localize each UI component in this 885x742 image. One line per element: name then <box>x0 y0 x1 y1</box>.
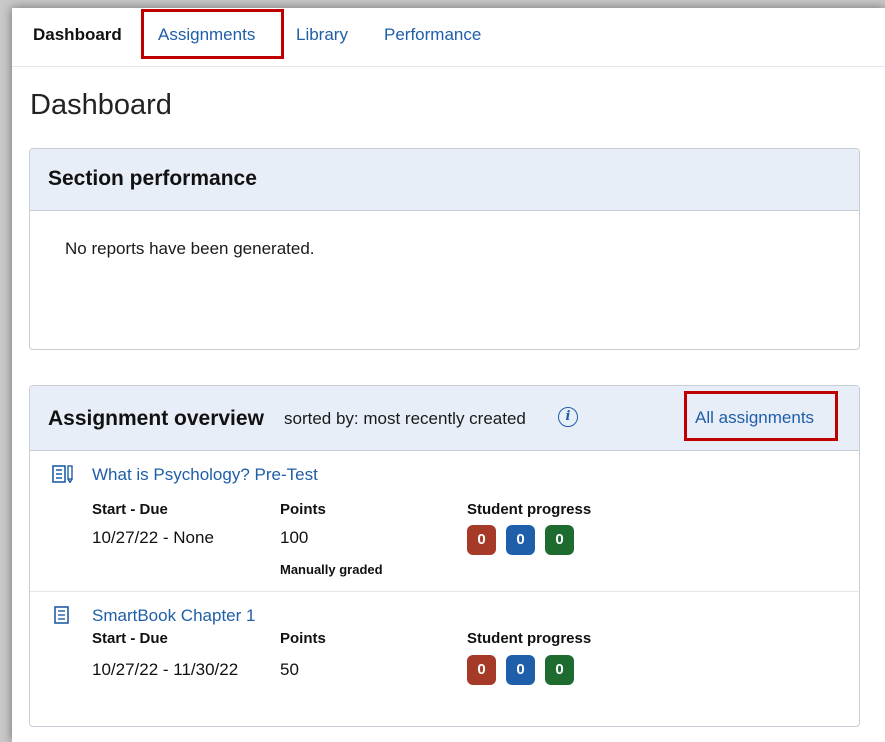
section-performance-header: Section performance <box>30 149 859 211</box>
assignment-row: What is Psychology? Pre-Test Start - Due… <box>30 451 859 592</box>
progress-badge-green[interactable]: 0 <box>545 655 574 685</box>
progress-badge-blue[interactable]: 0 <box>506 525 535 555</box>
empty-reports-message: No reports have been generated. <box>65 239 315 258</box>
tab-assignments[interactable]: Assignments <box>158 25 255 45</box>
start-due-label: Start - Due <box>92 501 168 518</box>
progress-badge-red[interactable]: 0 <box>467 525 496 555</box>
assignment-link[interactable]: What is Psychology? Pre-Test <box>92 465 318 485</box>
points-label: Points <box>280 630 326 647</box>
student-progress-label: Student progress <box>467 501 592 518</box>
grading-note: Manually graded <box>280 562 383 577</box>
progress-badge-green[interactable]: 0 <box>545 525 574 555</box>
document-icon <box>54 606 69 624</box>
tab-performance[interactable]: Performance <box>384 25 481 45</box>
section-performance-title: Section performance <box>48 167 257 190</box>
student-progress-label: Student progress <box>467 630 592 647</box>
student-progress-badges: 0 0 0 <box>467 655 574 685</box>
all-assignments-link[interactable]: All assignments <box>695 408 814 428</box>
tab-dashboard[interactable]: Dashboard <box>33 25 122 45</box>
assignment-row: SmartBook Chapter 1 Start - Due Points S… <box>30 592 859 712</box>
test-icon <box>52 465 73 483</box>
student-progress-badges: 0 0 0 <box>467 525 574 555</box>
points-value: 100 <box>280 528 309 547</box>
start-due-value: 10/27/22 - 11/30/22 <box>92 660 239 679</box>
tab-library[interactable]: Library <box>296 25 348 45</box>
info-icon[interactable]: i <box>558 407 578 427</box>
top-navigation: Dashboard Assignments Library Performanc… <box>12 8 885 67</box>
progress-badge-red[interactable]: 0 <box>467 655 496 685</box>
assignment-overview-header: Assignment overview sorted by: most rece… <box>30 386 859 451</box>
section-performance-card: Section performance No reports have been… <box>29 148 860 350</box>
page-title: Dashboard <box>30 89 172 121</box>
assignment-link[interactable]: SmartBook Chapter 1 <box>92 606 255 626</box>
app-frame: Dashboard Assignments Library Performanc… <box>12 8 885 742</box>
points-value: 50 <box>280 660 299 679</box>
sort-description: sorted by: most recently created <box>284 409 526 428</box>
assignment-overview-title: Assignment overview <box>48 407 264 430</box>
progress-badge-blue[interactable]: 0 <box>506 655 535 685</box>
assignment-overview-card: Assignment overview sorted by: most rece… <box>29 385 860 727</box>
start-due-label: Start - Due <box>92 630 168 647</box>
points-label: Points <box>280 501 326 518</box>
start-due-value: 10/27/22 - None <box>92 528 214 547</box>
